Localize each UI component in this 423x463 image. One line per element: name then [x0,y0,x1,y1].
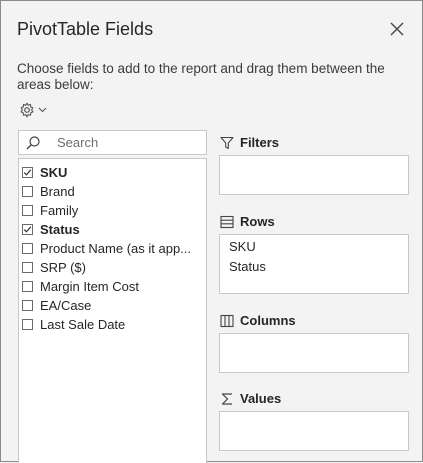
instructions-text: Choose fields to add to the report and d… [17,61,385,92]
checkbox-status[interactable] [22,224,33,235]
checkbox-family[interactable] [22,205,33,216]
columns-drop-zone[interactable] [219,333,409,373]
checkbox-sku[interactable] [22,167,33,178]
checkbox-product-name[interactable] [22,243,33,254]
field-item-status[interactable]: Status [22,220,80,239]
pivottable-fields-pane: PivotTable Fields Choose fields to add t… [0,0,423,463]
values-label: Values [240,391,282,406]
close-button[interactable] [386,18,408,40]
checkbox-ea-case[interactable] [22,300,33,311]
rows-label: Rows [240,214,275,229]
field-list: SKU Brand Family Status Product Name (as… [18,158,207,463]
checkbox-margin-item-cost[interactable] [22,281,33,292]
search-icon [25,135,41,151]
chevron-down-icon [38,107,47,113]
pane-title: PivotTable Fields [17,19,154,39]
search-box[interactable] [18,130,207,155]
rows-icon [220,215,234,228]
field-item-margin-item-cost[interactable]: Margin Item Cost [22,277,139,296]
rows-drop-zone[interactable]: SKU Status [219,234,409,294]
field-item-brand[interactable]: Brand [22,182,75,201]
values-area-header: Values [220,391,281,406]
filters-label: Filters [240,135,280,150]
filters-area-header: Filters [220,135,279,150]
checkbox-srp[interactable] [22,262,33,273]
field-item-family[interactable]: Family [22,201,78,220]
field-item-product-name[interactable]: Product Name (as it app... [22,239,191,258]
field-item-sku[interactable]: SKU [22,163,67,182]
field-label: Family [40,203,79,218]
field-label: Margin Item Cost [40,279,139,294]
field-label: Status [40,222,80,237]
search-input[interactable] [55,134,199,151]
field-label: EA/Case [40,298,92,313]
close-icon [390,22,404,36]
field-item-srp[interactable]: SRP ($) [22,258,86,277]
field-label: Brand [40,184,75,199]
checkbox-brand[interactable] [22,186,33,197]
checkbox-last-sale-date[interactable] [22,319,33,330]
field-item-last-sale-date[interactable]: Last Sale Date [22,315,125,334]
values-drop-zone[interactable] [219,411,409,451]
rows-item-sku[interactable]: SKU [229,239,256,254]
field-label: SKU [40,165,68,180]
filters-drop-zone[interactable] [219,155,409,195]
field-label: Last Sale Date [40,317,126,332]
field-label: Product Name (as it app... [40,241,192,256]
columns-label: Columns [240,313,296,328]
field-item-ea-case[interactable]: EA/Case [22,296,91,315]
field-label: SRP ($) [40,260,86,275]
sigma-icon [221,392,232,405]
tools-button[interactable] [19,102,47,118]
gear-icon [20,102,34,118]
rows-item-status[interactable]: Status [229,259,266,274]
rows-area-header: Rows [220,214,275,229]
columns-icon [220,314,234,327]
filter-icon [220,136,234,149]
columns-area-header: Columns [220,313,296,328]
